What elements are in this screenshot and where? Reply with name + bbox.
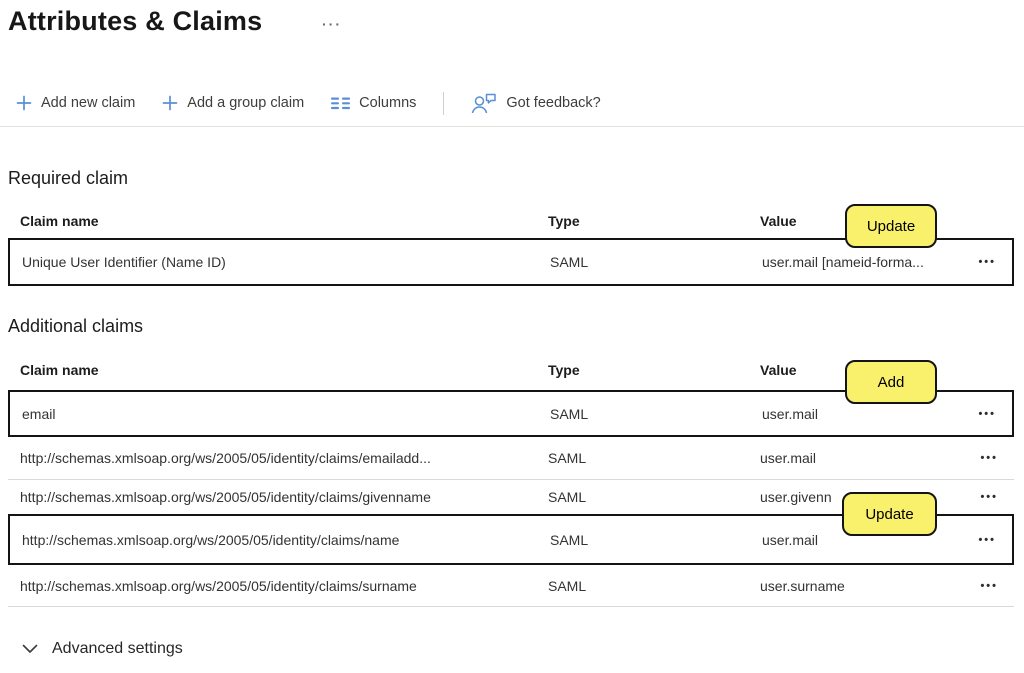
plus-icon bbox=[162, 95, 178, 111]
more-options-icon[interactable]: ··· bbox=[318, 14, 346, 34]
claim-name: email bbox=[22, 406, 55, 422]
advanced-settings-expander[interactable]: Advanced settings bbox=[22, 640, 183, 658]
columns-icon bbox=[331, 97, 350, 110]
claim-name: http://schemas.xmlsoap.org/ws/2005/05/id… bbox=[20, 450, 431, 466]
table-row-surname[interactable]: http://schemas.xmlsoap.org/ws/2005/05/id… bbox=[8, 565, 1014, 607]
row-context-menu-icon[interactable]: ••• bbox=[978, 450, 1000, 466]
toolbar-divider bbox=[443, 92, 444, 115]
claim-name: http://schemas.xmlsoap.org/ws/2005/05/id… bbox=[20, 489, 431, 505]
claim-type: SAML bbox=[548, 489, 586, 505]
row-context-menu-icon[interactable]: ••• bbox=[978, 489, 1000, 505]
column-header-claim-name: Claim name bbox=[20, 213, 99, 229]
page-title: Attributes & Claims bbox=[8, 6, 262, 37]
claim-name: Unique User Identifier (Name ID) bbox=[22, 254, 226, 270]
add-group-claim-button[interactable]: Add a group claim bbox=[162, 95, 304, 111]
claim-type: SAML bbox=[548, 578, 586, 594]
column-header-value: Value bbox=[760, 213, 797, 229]
claim-value: user.mail bbox=[762, 532, 818, 548]
column-header-type: Type bbox=[548, 213, 580, 229]
claim-type: SAML bbox=[550, 254, 588, 270]
columns-button[interactable]: Columns bbox=[331, 95, 416, 111]
required-claim-heading: Required claim bbox=[8, 168, 128, 189]
annotation-callout-update-required: Update bbox=[845, 204, 937, 248]
claim-value: user.surname bbox=[760, 578, 845, 594]
claim-type: SAML bbox=[550, 406, 588, 422]
columns-label: Columns bbox=[359, 95, 416, 111]
advanced-settings-label: Advanced settings bbox=[52, 640, 183, 658]
column-header-type: Type bbox=[548, 362, 580, 378]
claim-name: http://schemas.xmlsoap.org/ws/2005/05/id… bbox=[22, 532, 399, 548]
annotation-callout-update-name: Update bbox=[842, 492, 937, 536]
claim-value: user.mail bbox=[760, 450, 816, 466]
column-header-claim-name: Claim name bbox=[20, 362, 99, 378]
claim-type: SAML bbox=[548, 450, 586, 466]
column-header-value: Value bbox=[760, 362, 797, 378]
claim-value: user.givenn bbox=[760, 489, 832, 505]
additional-claims-heading: Additional claims bbox=[8, 316, 143, 337]
feedback-icon bbox=[471, 93, 497, 114]
row-context-menu-icon[interactable]: ••• bbox=[976, 406, 998, 422]
claim-value: user.mail [nameid-forma... bbox=[762, 254, 924, 270]
add-new-claim-label: Add new claim bbox=[41, 95, 135, 111]
got-feedback-button[interactable]: Got feedback? bbox=[471, 93, 600, 114]
add-group-claim-label: Add a group claim bbox=[187, 95, 304, 111]
chevron-down-icon bbox=[22, 644, 38, 654]
plus-icon bbox=[16, 95, 32, 111]
table-row-emailaddress[interactable]: http://schemas.xmlsoap.org/ws/2005/05/id… bbox=[8, 437, 1014, 480]
row-context-menu-icon[interactable]: ••• bbox=[978, 578, 1000, 594]
claim-type: SAML bbox=[550, 532, 588, 548]
add-new-claim-button[interactable]: Add new claim bbox=[16, 95, 135, 111]
attributes-claims-page: Attributes & Claims ··· Add new claim Ad… bbox=[0, 0, 1024, 673]
row-context-menu-icon[interactable]: ••• bbox=[976, 254, 998, 270]
claim-value: user.mail bbox=[762, 406, 818, 422]
toolbar: Add new claim Add a group claim Columns bbox=[16, 87, 601, 119]
got-feedback-label: Got feedback? bbox=[506, 95, 600, 111]
row-context-menu-icon[interactable]: ••• bbox=[976, 532, 998, 548]
annotation-callout-add: Add bbox=[845, 360, 937, 404]
toolbar-separator bbox=[0, 126, 1024, 127]
claim-name: http://schemas.xmlsoap.org/ws/2005/05/id… bbox=[20, 578, 417, 594]
